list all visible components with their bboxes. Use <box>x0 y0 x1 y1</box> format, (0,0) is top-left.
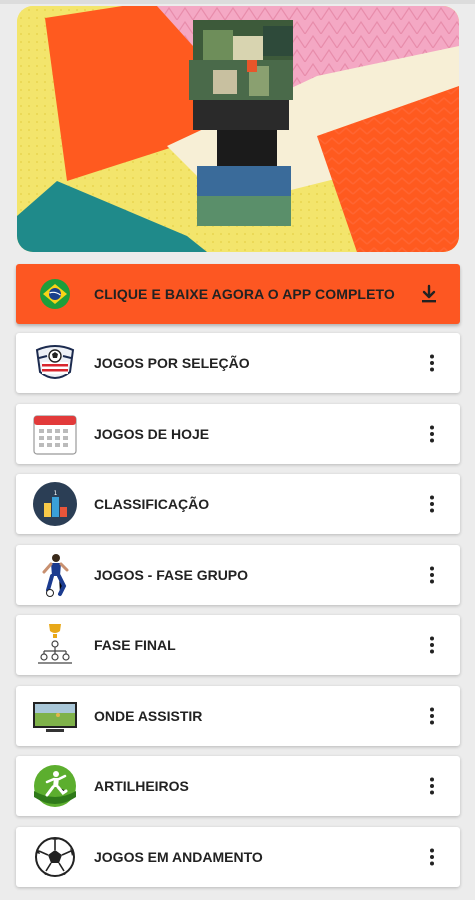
status-bar-edge <box>0 0 475 4</box>
more-vertical-icon[interactable] <box>422 776 442 796</box>
menu-list: JOGOS POR SELEÇÃO JOGOS DE HOJE 1 CLASSI… <box>16 333 460 897</box>
more-vertical-icon[interactable] <box>422 424 442 444</box>
tournament-bracket-icon <box>38 624 72 664</box>
svg-text:1: 1 <box>54 490 58 497</box>
striker-icon <box>34 765 76 807</box>
menu-item-classificacao[interactable]: 1 CLASSIFICAÇÃO <box>16 474 460 534</box>
menu-item-label: CLASSIFICAÇÃO <box>94 496 210 512</box>
menu-item-label: JOGOS - FASE GRUPO <box>94 566 249 583</box>
menu-item-fase-final[interactable]: FASE FINAL <box>16 615 460 675</box>
menu-item-label: JOGOS POR SELEÇÃO <box>94 355 250 371</box>
soccer-player-icon <box>42 553 69 597</box>
menu-item-label: JOGOS DE HOJE <box>94 425 210 442</box>
download-full-app-label: CLIQUE E BAIXE AGORA O APP COMPLETO <box>94 286 395 302</box>
more-vertical-icon[interactable] <box>422 635 442 655</box>
menu-item-label: FASE FINAL <box>94 637 176 653</box>
brazil-flag-icon <box>40 279 70 309</box>
menu-item-label: JOGOS EM ANDAMENTO <box>94 848 263 865</box>
download-full-app-button[interactable]: CLIQUE E BAIXE AGORA O APP COMPLETO <box>16 264 460 324</box>
menu-item-jogos-fase-grupo[interactable]: JOGOS - FASE GRUPO <box>16 544 460 605</box>
download-icon <box>422 284 436 303</box>
more-vertical-icon[interactable] <box>422 353 442 373</box>
menu-item-jogos-por-selecao[interactable]: JOGOS POR SELEÇÃO <box>16 333 460 393</box>
team-crest-icon <box>35 345 75 379</box>
more-vertical-icon[interactable] <box>422 494 442 514</box>
more-vertical-icon[interactable] <box>422 706 442 726</box>
ranking-chart-icon: 1 <box>33 482 77 526</box>
menu-item-artilheiros[interactable]: ARTILHEIROS <box>16 756 460 816</box>
menu-item-onde-assistir[interactable]: ONDE ASSISTIR <box>16 685 460 746</box>
menu-item-label: ARTILHEIROS <box>94 778 189 794</box>
more-vertical-icon[interactable] <box>422 847 442 867</box>
calendar-icon <box>33 414 77 455</box>
soccer-ball-icon <box>35 836 75 877</box>
more-vertical-icon[interactable] <box>422 565 442 585</box>
banner-image <box>17 6 459 252</box>
menu-item-jogos-em-andamento[interactable]: JOGOS EM ANDAMENTO <box>16 826 460 887</box>
menu-item-jogos-de-hoje[interactable]: JOGOS DE HOJE <box>16 403 460 464</box>
menu-item-label: ONDE ASSISTIR <box>94 707 203 724</box>
tv-icon <box>33 701 77 732</box>
